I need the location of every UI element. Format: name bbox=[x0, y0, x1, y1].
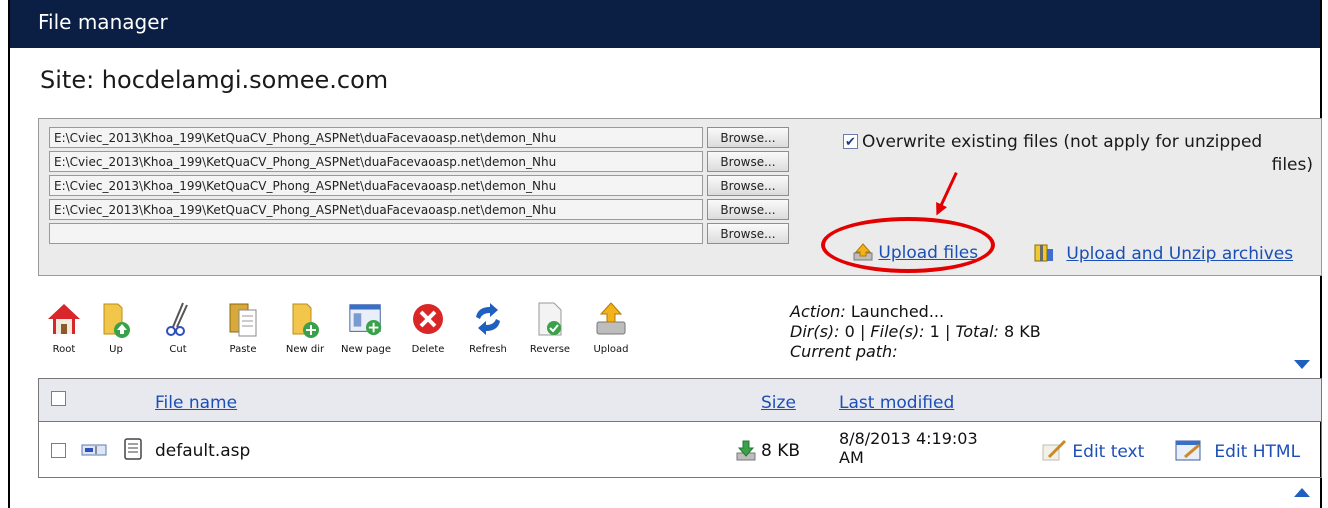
site-label: Site: hocdelamgi.somee.com bbox=[40, 66, 389, 94]
table-row: default.asp 8 KB 8/8/2013 4:19:03 AM Edi… bbox=[39, 421, 1321, 477]
status-panel: Action: Launched... Dir(s): 0 | File(s):… bbox=[790, 302, 1041, 362]
toolbar-label: Reverse bbox=[529, 344, 571, 355]
upload-unzip-label: Upload and Unzip archives bbox=[1066, 244, 1294, 264]
file-size: 8 KB bbox=[761, 441, 801, 461]
annotation-arrowhead bbox=[931, 202, 947, 218]
sort-by-name-link[interactable]: File name bbox=[155, 393, 237, 413]
modified-ampm: AM bbox=[839, 448, 864, 467]
clipboard-icon bbox=[224, 300, 262, 338]
house-icon bbox=[45, 300, 83, 338]
archive-icon bbox=[1033, 244, 1060, 264]
folder-up-icon bbox=[97, 300, 135, 338]
upload-icon bbox=[592, 300, 630, 338]
upload-files-label: Upload files bbox=[878, 243, 979, 263]
upload-files-link[interactable]: Upload files bbox=[853, 243, 978, 263]
pencil-icon bbox=[1041, 439, 1072, 462]
toolbar-label: Cut bbox=[169, 344, 187, 355]
file-path-field[interactable]: E:\Cviec_2013\Khoa_199\KetQuaCV_Phong_AS… bbox=[49, 151, 703, 172]
toolbar-label: Refresh bbox=[469, 344, 507, 355]
delete-icon bbox=[409, 300, 447, 338]
overwrite-label: Overwrite existing files (not apply for … bbox=[862, 132, 1263, 152]
status-dirs-label: Dir(s): bbox=[790, 322, 840, 341]
toolbar-refresh-button[interactable]: Refresh bbox=[458, 300, 518, 355]
upload-unzip-link[interactable]: Upload and Unzip archives bbox=[1033, 243, 1293, 264]
toolbar-new-dir-button[interactable]: New dir bbox=[276, 300, 334, 355]
collapse-down-icon[interactable] bbox=[1294, 360, 1310, 369]
status-files-value: 1 bbox=[929, 322, 940, 341]
toolbar-label: Root bbox=[52, 344, 76, 355]
edit-text-label: Edit text bbox=[1072, 442, 1145, 462]
overwrite-checkbox[interactable] bbox=[843, 131, 858, 154]
rename-icon[interactable] bbox=[81, 441, 107, 463]
upload-panel: E:\Cviec_2013\Khoa_199\KetQuaCV_Phong_AS… bbox=[38, 118, 1322, 276]
toolbar: Root Up Cut Paste New dir New page Delet… bbox=[42, 300, 640, 355]
separator: | bbox=[859, 322, 866, 341]
new-folder-icon bbox=[286, 300, 324, 338]
scissors-icon bbox=[159, 300, 197, 338]
collapse-up-icon[interactable] bbox=[1294, 488, 1310, 497]
modified-datetime: 8/8/2013 4:19:03 bbox=[839, 429, 978, 448]
table-header: File name Size Last modified bbox=[39, 379, 1321, 422]
toolbar-delete-button[interactable]: Delete bbox=[398, 300, 458, 355]
download-icon[interactable] bbox=[735, 439, 757, 465]
reverse-icon bbox=[531, 300, 569, 338]
status-action-value: Launched... bbox=[850, 302, 945, 321]
refresh-icon bbox=[469, 300, 507, 338]
new-page-icon bbox=[347, 300, 385, 338]
toolbar-root-button[interactable]: Root bbox=[42, 300, 86, 355]
file-input-row: E:\Cviec_2013\Khoa_199\KetQuaCV_Phong_AS… bbox=[49, 151, 789, 173]
status-dirs-value: 0 bbox=[844, 322, 855, 341]
file-modified: 8/8/2013 4:19:03 AM bbox=[839, 429, 978, 467]
browse-button[interactable]: Browse... bbox=[707, 151, 789, 172]
sort-by-size-link[interactable]: Size bbox=[761, 393, 796, 413]
row-checkbox[interactable] bbox=[51, 443, 66, 458]
file-table: File name Size Last modified default.asp… bbox=[38, 378, 1322, 478]
toolbar-upload-button[interactable]: Upload bbox=[582, 300, 640, 355]
toolbar-label: New dir bbox=[285, 344, 325, 355]
file-input-row: E:\Cviec_2013\Khoa_199\KetQuaCV_Phong_AS… bbox=[49, 175, 789, 197]
toolbar-label: New page bbox=[341, 344, 391, 355]
text-file-icon bbox=[123, 437, 143, 465]
upload-icon bbox=[853, 243, 878, 263]
toolbar-label: Paste bbox=[229, 344, 257, 355]
browse-button[interactable]: Browse... bbox=[707, 175, 789, 196]
browse-button[interactable]: Browse... bbox=[707, 223, 789, 244]
toolbar-label: Delete bbox=[411, 344, 445, 355]
status-total-label: Total: bbox=[955, 322, 999, 341]
file-path-field[interactable]: E:\Cviec_2013\Khoa_199\KetQuaCV_Phong_AS… bbox=[49, 175, 703, 196]
status-total-value: 8 KB bbox=[1004, 322, 1041, 341]
edit-html-label: Edit HTML bbox=[1214, 442, 1301, 462]
toolbar-new-page-button[interactable]: New page bbox=[334, 300, 398, 355]
file-input-row: Browse... bbox=[49, 223, 789, 245]
separator: | bbox=[944, 322, 951, 341]
status-action-label: Action: bbox=[790, 302, 846, 321]
sort-by-modified-link[interactable]: Last modified bbox=[839, 393, 954, 413]
browse-button[interactable]: Browse... bbox=[707, 199, 789, 220]
file-name[interactable]: default.asp bbox=[155, 441, 250, 461]
toolbar-cut-button[interactable]: Cut bbox=[146, 300, 210, 355]
toolbar-up-button[interactable]: Up bbox=[86, 300, 146, 355]
file-input-row: E:\Cviec_2013\Khoa_199\KetQuaCV_Phong_AS… bbox=[49, 127, 789, 149]
file-input-row: E:\Cviec_2013\Khoa_199\KetQuaCV_Phong_AS… bbox=[49, 199, 789, 221]
status-files-label: File(s): bbox=[870, 322, 925, 341]
html-edit-icon bbox=[1175, 440, 1208, 462]
file-manager-window: File manager Site: hocdelamgi.somee.com … bbox=[8, 0, 1322, 508]
browse-button[interactable]: Browse... bbox=[707, 127, 789, 148]
select-all-checkbox[interactable] bbox=[51, 391, 66, 406]
file-path-field[interactable]: E:\Cviec_2013\Khoa_199\KetQuaCV_Phong_AS… bbox=[49, 127, 703, 148]
edit-html-link[interactable]: Edit HTML bbox=[1175, 439, 1300, 462]
file-path-field[interactable]: E:\Cviec_2013\Khoa_199\KetQuaCV_Phong_AS… bbox=[49, 199, 703, 220]
window-title: File manager bbox=[10, 0, 1320, 48]
toolbar-label: Upload bbox=[593, 344, 629, 355]
overwrite-label-cont: files) bbox=[1271, 155, 1313, 175]
file-path-field[interactable] bbox=[49, 223, 703, 244]
toolbar-reverse-button[interactable]: Reverse bbox=[518, 300, 582, 355]
toolbar-paste-button[interactable]: Paste bbox=[210, 300, 276, 355]
edit-text-link[interactable]: Edit text bbox=[1041, 439, 1144, 462]
toolbar-label: Up bbox=[109, 344, 123, 355]
status-path-label: Current path: bbox=[790, 342, 898, 361]
overwrite-option: Overwrite existing files (not apply for … bbox=[843, 131, 1313, 177]
